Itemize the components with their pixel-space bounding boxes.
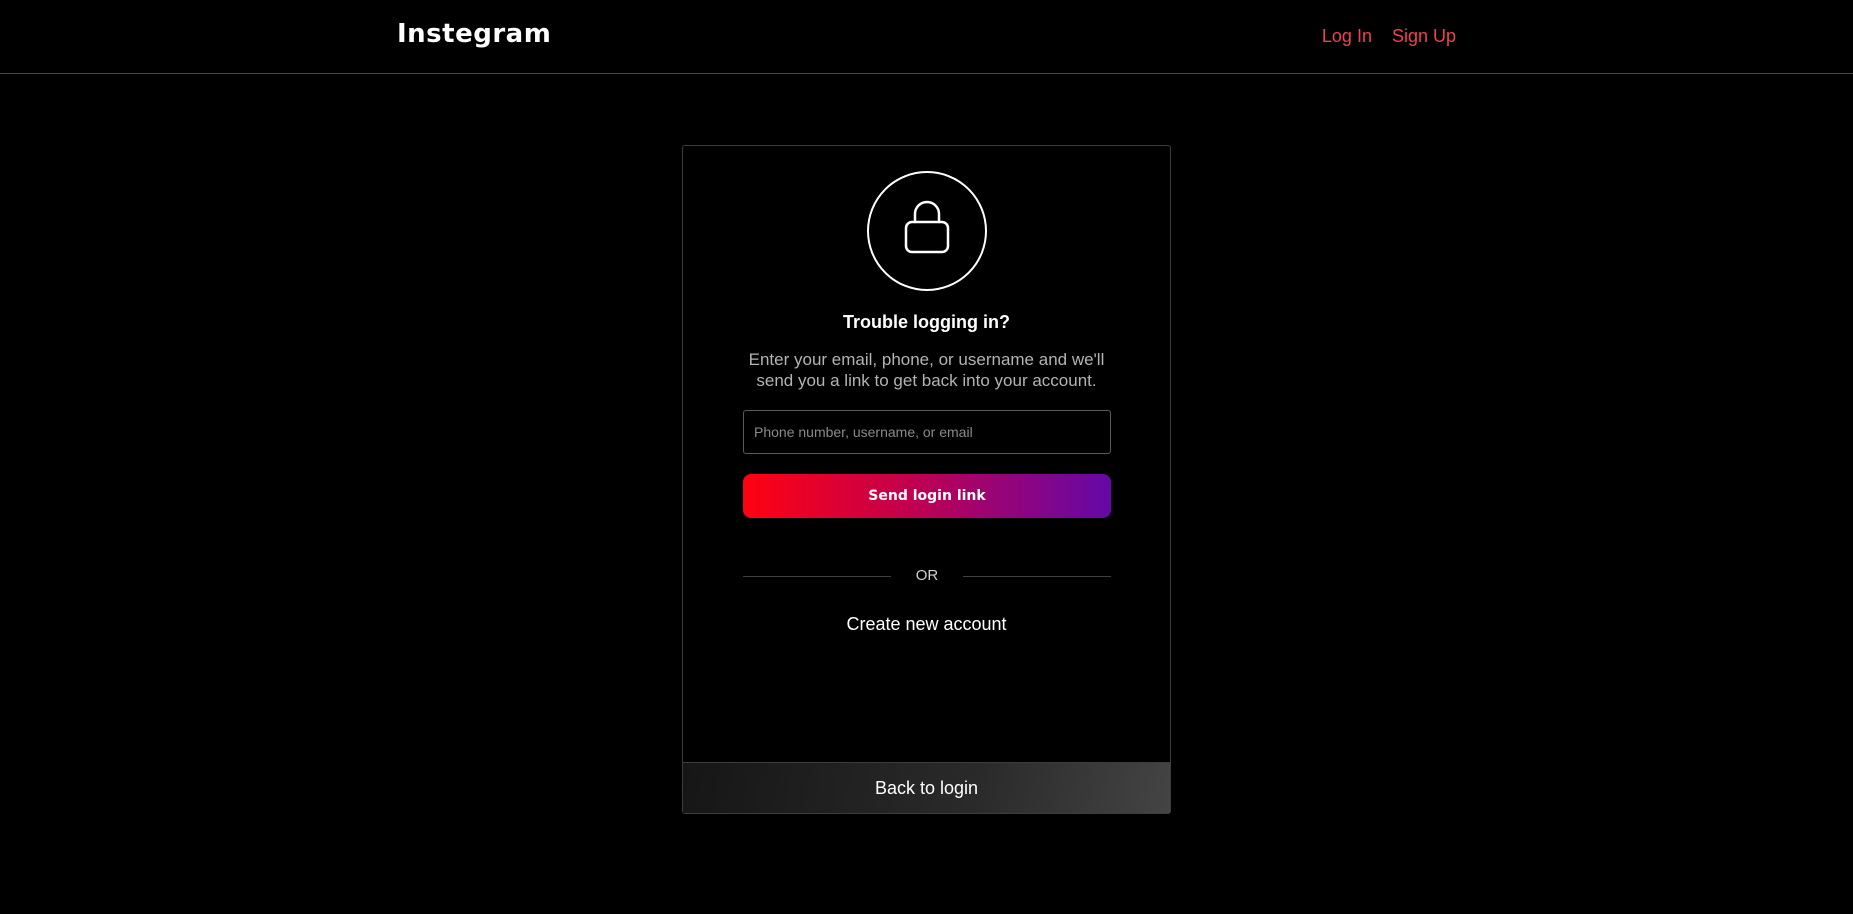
lock-icon bbox=[904, 200, 950, 254]
instructions-text: Enter your email, phone, or username and… bbox=[748, 350, 1105, 390]
login-link[interactable]: Log In bbox=[1322, 26, 1372, 47]
trouble-login-card: Trouble logging in? Enter your email, ph… bbox=[682, 145, 1171, 814]
signup-link[interactable]: Sign Up bbox=[1392, 26, 1456, 47]
app-logo[interactable]: Instegram bbox=[397, 19, 551, 49]
header-nav: Log In Sign Up bbox=[1322, 26, 1456, 47]
identifier-input[interactable] bbox=[743, 410, 1111, 454]
or-divider: OR bbox=[743, 566, 1111, 586]
top-navbar: Instegram Log In Sign Up bbox=[0, 0, 1853, 74]
back-to-login-button[interactable]: Back to login bbox=[683, 762, 1170, 813]
page-title: Trouble logging in? bbox=[843, 312, 1010, 332]
lock-icon-circle bbox=[867, 171, 987, 291]
divider-line-right bbox=[963, 576, 1111, 577]
send-login-link-button[interactable]: Send login link bbox=[743, 474, 1111, 518]
create-account-link[interactable]: Create new account bbox=[683, 614, 1170, 635]
back-to-login-label: Back to login bbox=[874, 777, 979, 798]
